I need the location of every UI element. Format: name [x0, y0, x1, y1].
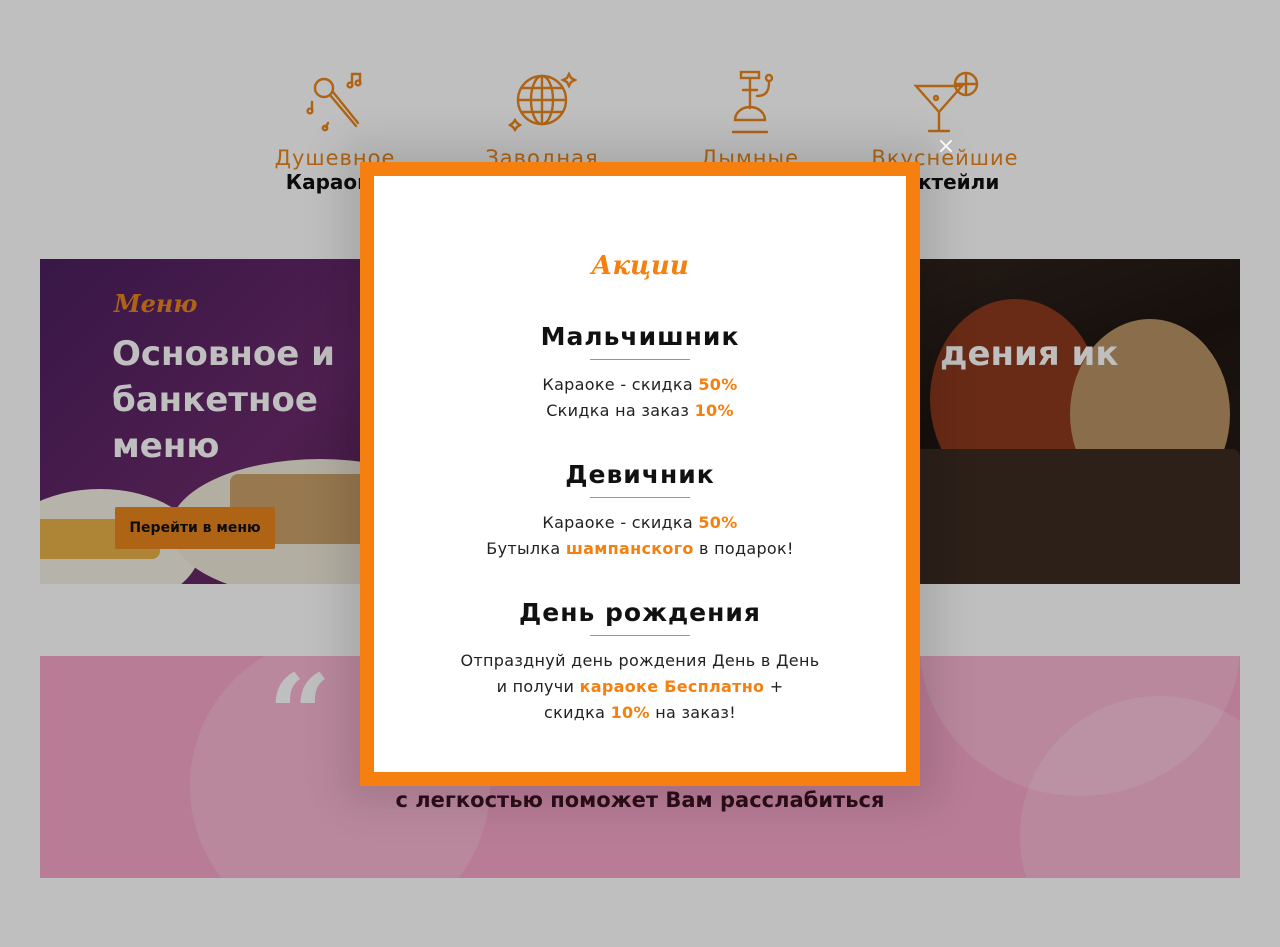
promo-line: Караоке - скидка 50% [542, 375, 738, 394]
promo-bachelorette: Девичник Караоке - скидка 50% Бутылка ша… [374, 460, 906, 562]
promo-bachelor: Мальчишник Караоке - скидка 50% Скидка н… [374, 322, 906, 424]
modal-title: Акции [591, 251, 689, 281]
promo-line: Караоке - скидка 50% [542, 513, 738, 532]
promo-line: скидка 10% на заказ! [544, 703, 736, 722]
promo-line: Бутылка шампанского в подарок! [486, 539, 794, 558]
close-icon[interactable]: × [936, 136, 956, 158]
promo-line: Отпразднуй день рождения День в День [460, 651, 820, 670]
promo-title: День рождения [519, 598, 761, 627]
promo-title: Мальчишник [540, 322, 740, 351]
divider [590, 359, 690, 360]
promo-title: Девичник [565, 460, 715, 489]
divider [590, 635, 690, 636]
promo-line: Скидка на заказ 10% [546, 401, 734, 420]
promo-birthday: День рождения Отпразднуй день рождения Д… [374, 598, 906, 726]
promo-line: и получи караоке Бесплатно + [496, 677, 784, 696]
promotions-modal: Акции Мальчишник Караоке - скидка 50% Ск… [360, 162, 920, 786]
divider [590, 497, 690, 498]
